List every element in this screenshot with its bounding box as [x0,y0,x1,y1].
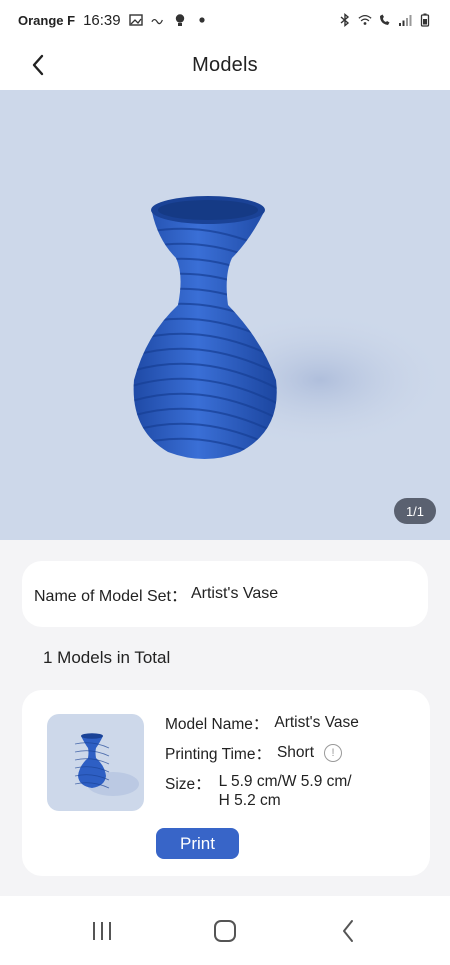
back-button[interactable] [24,48,52,82]
signal-icon [399,15,412,26]
vase-thumbnail-image [74,733,139,796]
dot-icon [199,17,205,23]
image-counter: 1/1 [394,498,436,524]
recent-apps-icon [92,921,111,940]
status-bar: Orange F 16:39 [0,0,450,40]
model-set-label: Name of Model Set： [34,588,187,605]
model-name-label: Model Name： [165,716,269,733]
bluetooth-icon [340,13,350,27]
print-button[interactable]: Print [156,828,239,859]
printing-time-row: Printing Time： Short ! [165,742,359,764]
back-arrow-icon [343,919,354,942]
home-button[interactable] [200,911,250,951]
status-left: Orange F 16:39 [18,12,209,29]
model-card[interactable]: Model Name： Artist's Vase Printing Time：… [22,690,430,876]
system-back-button[interactable] [323,911,373,951]
clock: 16:39 [83,11,121,29]
size-value: L 5.9 cm/W 5.9 cm/ H 5.2 cm [219,772,352,810]
printing-time-label: Printing Time： [165,746,271,763]
model-name-value: Artist's Vase [274,714,359,731]
size-row: Size： L 5.9 cm/W 5.9 cm/ H 5.2 cm [165,772,359,810]
page-title: Models [192,53,258,76]
carrier-name: Orange F [18,12,76,28]
system-nav-bar [0,896,450,965]
wifi-call-icon [380,14,390,25]
recent-apps-button[interactable] [77,911,127,951]
model-set-value: Artist's Vase [190,585,279,602]
home-icon [213,919,236,942]
bulb-icon [175,14,184,26]
model-name-row: Model Name： Artist's Vase [165,712,359,734]
chevron-left-icon [32,54,44,76]
size-value-line2: H 5.2 cm [218,792,281,809]
wifi-icon [358,15,372,25]
info-icon[interactable]: ! [324,744,343,762]
model-thumbnail[interactable] [47,714,144,811]
models-total: 1 Models in Total [43,648,171,667]
model-info: Model Name： Artist's Vase Printing Time：… [165,712,359,810]
image-icon [128,14,143,26]
status-right [338,13,432,27]
wave-icon [150,18,163,25]
printing-time-value: Short [276,744,315,761]
size-label: Size： [165,776,211,793]
model-set-card: Name of Model Set： Artist's Vase [22,561,428,627]
app-header: Models [0,40,450,90]
model-gallery[interactable]: 1/1 [0,90,450,540]
vase-image [133,196,450,459]
size-value-line1: L 5.9 cm/W 5.9 cm/ [218,773,352,790]
battery-icon [420,13,430,27]
